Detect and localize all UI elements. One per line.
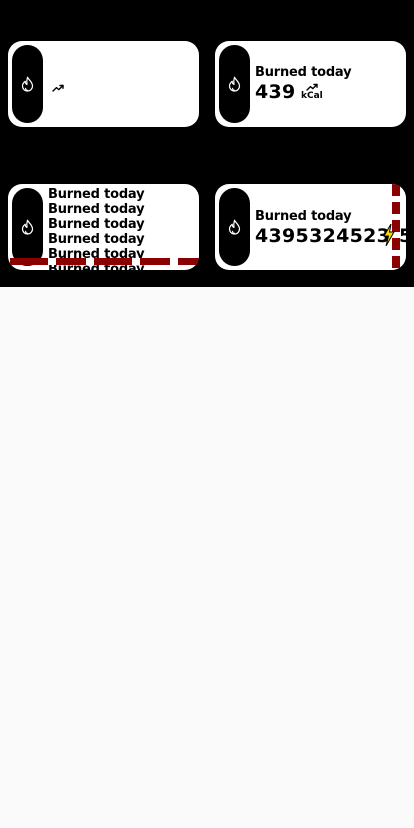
icon-pill bbox=[219, 188, 250, 266]
icon-pill bbox=[12, 45, 43, 123]
icon-pill bbox=[219, 45, 250, 123]
trending-up-icon bbox=[52, 84, 64, 92]
icon-pill bbox=[12, 188, 43, 266]
burned-label: Burned today bbox=[48, 187, 145, 202]
calorie-value: 4395324523 bbox=[255, 225, 391, 247]
calorie-card[interactable]: Burned today 439 kCal bbox=[215, 41, 406, 127]
trending-up-icon bbox=[306, 83, 318, 91]
calorie-card-label-overflow[interactable]: Burned today Burned today Burned today B… bbox=[8, 184, 199, 270]
flame-icon bbox=[228, 219, 241, 235]
calorie-value: 439 bbox=[255, 81, 296, 103]
calorie-card-empty[interactable] bbox=[8, 41, 199, 127]
overflow-indicator bbox=[10, 258, 199, 265]
empty-canvas bbox=[0, 287, 414, 828]
flame-icon bbox=[21, 219, 34, 235]
burned-label: Burned today bbox=[48, 232, 145, 247]
flame-icon bbox=[21, 76, 34, 92]
burned-label: Burned today bbox=[255, 65, 352, 80]
burned-label: Burned today bbox=[48, 217, 145, 232]
calorie-unit: kCal bbox=[301, 91, 323, 101]
calorie-card-value-overflow[interactable]: Burned today 4395324523 5 bbox=[215, 184, 406, 270]
flame-icon bbox=[228, 76, 241, 92]
burned-label: Burned today bbox=[48, 202, 145, 217]
widget-stage: Burned today 439 kCal Burned today Burne… bbox=[0, 0, 414, 287]
calorie-value-overflow: 5 bbox=[399, 225, 406, 247]
lightning-bolt-icon bbox=[383, 224, 395, 246]
burned-label: Burned today bbox=[255, 209, 352, 224]
